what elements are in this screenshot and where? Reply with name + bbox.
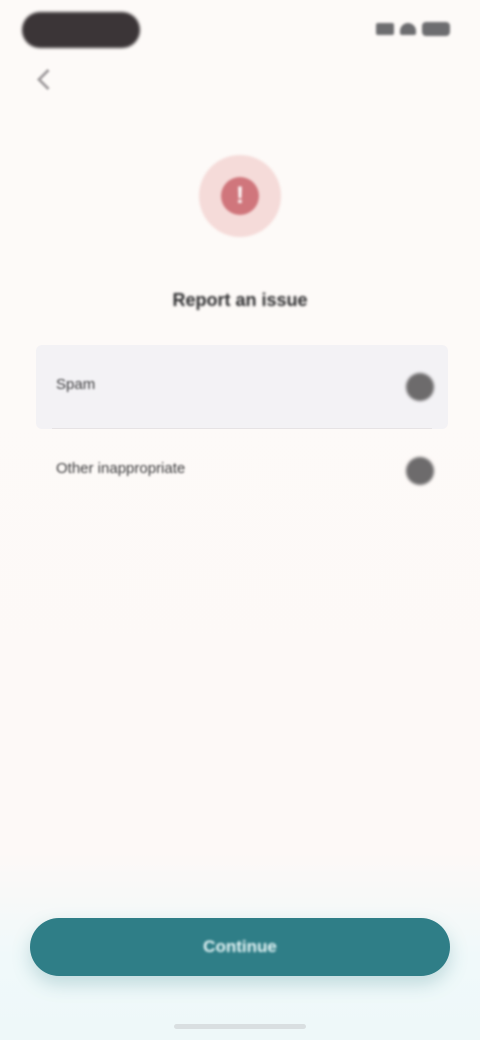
signal-icon [376, 23, 394, 35]
status-bar [0, 0, 480, 62]
list-item-other[interactable]: Other inappropriate [36, 429, 448, 513]
wifi-icon [400, 23, 416, 35]
dynamic-island [22, 12, 140, 48]
chevron-right-icon [406, 373, 434, 401]
options-list: Spam Other inappropriate [36, 345, 448, 513]
list-item-spam[interactable]: Spam [36, 345, 448, 429]
chevron-left-icon [36, 68, 58, 90]
status-icons [358, 20, 450, 38]
alert-circle-icon: ! [199, 155, 281, 237]
alert-glyph: ! [221, 177, 259, 215]
screen: ! Report an issue Spam Other inappropria… [0, 0, 480, 1040]
home-indicator [174, 1024, 306, 1029]
back-button[interactable] [30, 62, 64, 96]
list-item-label: Other inappropriate [56, 460, 186, 477]
page-title: Report an issue [172, 290, 308, 310]
list-item-label: Spam [56, 376, 96, 393]
battery-icon [422, 22, 450, 36]
chevron-right-icon [406, 457, 434, 485]
continue-button[interactable]: Continue [30, 918, 450, 976]
continue-button-label: Continue [203, 937, 277, 956]
